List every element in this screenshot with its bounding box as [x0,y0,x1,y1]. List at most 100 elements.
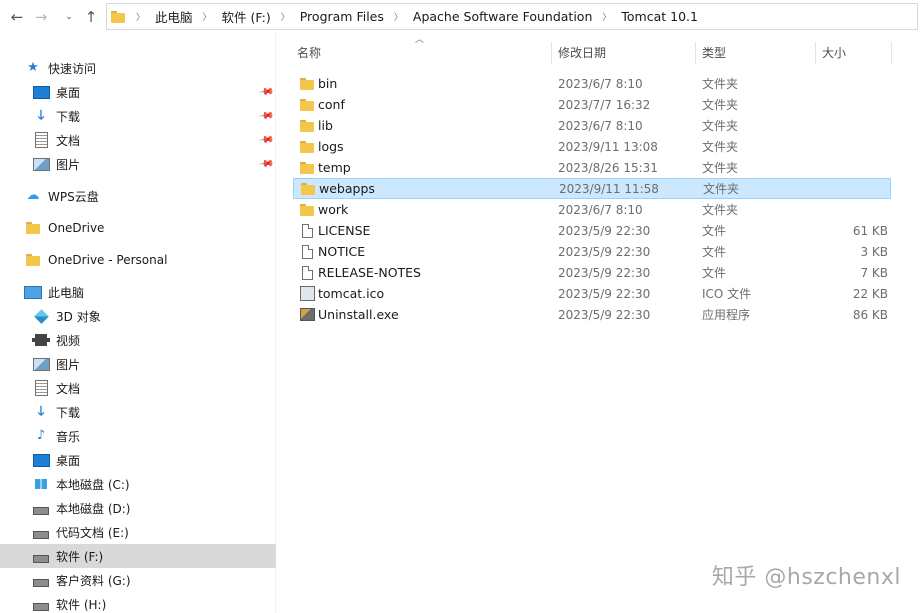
address-bar[interactable]: 〉 此电脑 〉 软件 (F:) 〉 Program Files 〉 Apache… [106,3,918,30]
file-date: 2023/5/9 22:30 [558,286,651,301]
table-row[interactable]: tomcat.ico 2023/5/9 22:30 ICO 文件 22 KB [293,283,891,304]
pin-icon[interactable]: 📌 [257,108,274,124]
sidebar-item-drive-h[interactable]: 软件 (H:) [0,592,276,613]
pin-icon[interactable]: 📌 [257,156,274,172]
sidebar-item-pictures[interactable]: 图片 📌 [0,152,276,176]
sidebar-item-label: WPS云盘 [48,189,99,204]
sidebar-item-pc-downloads[interactable]: 🡓 下载 [0,400,276,424]
sidebar-item-pc-pictures[interactable]: 图片 [0,352,276,376]
breadcrumb-drive-f[interactable]: 软件 (F:) [222,7,271,26]
file-name: tomcat.ico [318,286,385,301]
column-divider[interactable] [891,42,892,64]
breadcrumb-tomcat[interactable]: Tomcat 10.1 [621,9,698,24]
document-icon [32,380,50,396]
sidebar-item-downloads[interactable]: 🡓 下载 📌 [0,104,276,128]
file-size: 7 KB [860,265,888,280]
file-date: 2023/6/7 8:10 [558,76,643,91]
sidebar-item-music[interactable]: ♪ 音乐 [0,424,276,448]
pin-icon[interactable]: 📌 [257,132,274,148]
sidebar-item-label: OneDrive [48,221,105,235]
sidebar-item-label: 软件 (F:) [56,549,104,564]
sidebar-item-drive-d[interactable]: 本地磁盘 (D:) [0,496,276,520]
file-name: conf [318,97,345,112]
table-row[interactable]: temp 2023/8/26 15:31 文件夹 [293,157,891,178]
cloud-icon: ☁ [26,188,40,203]
table-row[interactable]: conf 2023/7/7 16:32 文件夹 [293,94,891,115]
file-type: 文件夹 [702,119,739,133]
chevron-right-icon[interactable]: 〉 [602,10,611,23]
forward-icon[interactable]: → [30,7,52,27]
file-list: ︿ 名称 修改日期 类型 大小 bin 2023/6/7 8:10 文件夹 co… [277,34,923,613]
table-row[interactable]: lib 2023/6/7 8:10 文件夹 [293,115,891,136]
file-date: 2023/7/7 16:32 [558,97,651,112]
sidebar-item-videos[interactable]: 视频 [0,328,276,352]
breadcrumb-apache[interactable]: Apache Software Foundation [413,9,592,24]
file-type: 文件夹 [702,140,739,154]
back-icon[interactable]: ← [6,7,28,27]
pin-icon[interactable]: 📌 [257,84,274,100]
breadcrumb-this-pc[interactable]: 此电脑 [155,7,193,26]
sidebar-item-pc-desktop[interactable]: 桌面 [0,448,276,472]
sidebar-item-desktop[interactable]: 桌面 📌 [0,80,276,104]
table-row[interactable]: work 2023/6/7 8:10 文件夹 [293,199,891,220]
table-row[interactable]: bin 2023/6/7 8:10 文件夹 [293,73,891,94]
sidebar-item-wps[interactable]: ☁ WPS云盘 [0,184,276,208]
table-row[interactable]: LICENSE 2023/5/9 22:30 文件 61 KB [293,220,891,241]
table-row[interactable]: logs 2023/9/11 13:08 文件夹 [293,136,891,157]
table-row[interactable]: Uninstall.exe 2023/5/9 22:30 应用程序 86 KB [293,304,891,325]
sidebar-item-drive-c[interactable]: 本地磁盘 (C:) [0,472,276,496]
sidebar-item-documents[interactable]: 文档 📌 [0,128,276,152]
column-header-type[interactable]: 类型 [702,42,726,64]
column-header-date[interactable]: 修改日期 [558,42,606,64]
sidebar-item-drive-f[interactable]: 软件 (F:) [0,544,276,568]
folder-icon [299,77,315,90]
sidebar-item-label: 本地磁盘 (D:) [56,501,131,516]
file-type: ICO 文件 [702,287,752,301]
sidebar-item-label: 文档 [56,381,81,396]
up-icon[interactable]: ↑ [80,7,102,27]
column-divider[interactable] [695,42,696,64]
table-row[interactable]: NOTICE 2023/5/9 22:30 文件 3 KB [293,241,891,262]
sidebar-item-3d-objects[interactable]: 3D 对象 [0,304,276,328]
sidebar-item-label: 文档 [56,133,81,148]
sidebar-item-quick-access[interactable]: ★ 快速访问 [0,56,276,80]
chevron-right-icon[interactable]: 〉 [281,10,290,23]
ico-file-icon [299,286,315,301]
picture-icon [32,156,50,172]
column-divider[interactable] [551,42,552,64]
column-header-size[interactable]: 大小 [822,42,846,64]
sidebar-item-label: 此电脑 [48,285,85,300]
table-row-selected[interactable]: webapps 2023/9/11 11:58 文件夹 [293,178,891,199]
sidebar-item-label: 下载 [56,405,81,420]
sidebar-item-onedrive[interactable]: OneDrive [0,216,276,240]
navigation-bar: ← → ⌄ ↑ 〉 此电脑 〉 软件 (F:) 〉 Program Files … [0,0,923,34]
sidebar-item-onedrive-personal[interactable]: OneDrive - Personal [0,248,276,272]
column-header-name[interactable]: 名称 [297,42,321,64]
chevron-right-icon[interactable]: 〉 [203,10,212,23]
file-date: 2023/5/9 22:30 [558,223,651,238]
file-size: 61 KB [852,223,888,238]
file-type: 文件 [702,266,727,280]
sidebar-item-pc-documents[interactable]: 文档 [0,376,276,400]
file-date: 2023/6/7 8:10 [558,202,643,217]
drive-icon [32,524,50,540]
sidebar-item-label: 桌面 [56,85,81,100]
file-type: 文件夹 [702,203,739,217]
file-date: 2023/6/7 8:10 [558,118,643,133]
sidebar-item-this-pc[interactable]: 此电脑 [0,280,276,304]
file-name: logs [318,139,344,154]
film-icon [32,332,50,348]
column-divider[interactable] [815,42,816,64]
file-type: 文件夹 [702,161,739,175]
sidebar-item-drive-g[interactable]: 客户资料 (G:) [0,568,276,592]
recent-locations-icon[interactable]: ⌄ [58,7,80,27]
table-row[interactable]: RELEASE-NOTES 2023/5/9 22:30 文件 7 KB [293,262,891,283]
file-type: 文件夹 [702,98,739,112]
chevron-right-icon[interactable]: 〉 [394,10,403,23]
file-date: 2023/9/11 13:08 [558,139,658,154]
chevron-right-icon[interactable]: 〉 [136,10,145,23]
sidebar-item-drive-e[interactable]: 代码文档 (E:) [0,520,276,544]
navigation-pane: ★ 快速访问 桌面 📌 🡓 下载 📌 文档 📌 图片 📌 ☁ WPS云盘 One… [0,34,276,613]
breadcrumb-program-files[interactable]: Program Files [300,9,384,24]
drive-icon [32,500,50,516]
